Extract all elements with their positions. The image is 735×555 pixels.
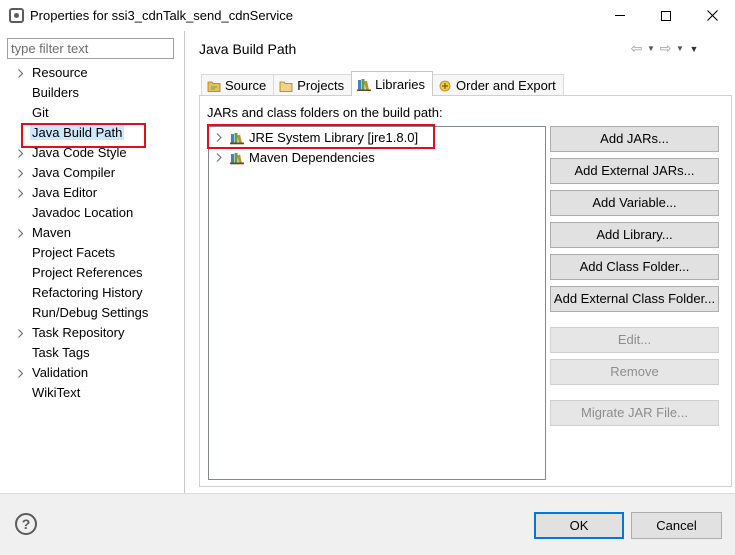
nav-item-run-debug-settings[interactable]: Run/Debug Settings xyxy=(0,303,185,323)
nav-item-label: Refactoring History xyxy=(32,285,143,300)
cancel-button[interactable]: Cancel xyxy=(631,512,722,539)
build-path-heading: JARs and class folders on the build path… xyxy=(207,105,443,120)
add-external-jars-button[interactable]: Add External JARs... xyxy=(550,158,719,184)
nav-item-label: Validation xyxy=(32,365,89,380)
nav-item-javadoc-location[interactable]: Javadoc Location xyxy=(0,203,185,223)
libraries-icon xyxy=(357,77,372,91)
add-jars-button[interactable]: Add JARs... xyxy=(550,126,719,152)
nav-item-resource[interactable]: Resource xyxy=(0,63,185,83)
library-icon xyxy=(229,131,245,145)
nav-item-label: Resource xyxy=(32,65,88,80)
tab-libraries[interactable]: Libraries xyxy=(351,71,434,96)
tab-source[interactable]: Source xyxy=(201,74,275,96)
nav-item-validation[interactable]: Validation xyxy=(0,363,185,383)
nav-item-label: WikiText xyxy=(32,385,81,400)
nav-item-label: Javadoc Location xyxy=(32,205,134,220)
add-external-class-folder-button[interactable]: Add External Class Folder... xyxy=(550,286,719,312)
nav-item-refactoring-history[interactable]: Refactoring History xyxy=(0,283,185,303)
expand-arrow-icon[interactable] xyxy=(15,163,25,183)
nav-item-task-repository[interactable]: Task Repository xyxy=(0,323,185,343)
ok-button[interactable]: OK xyxy=(534,512,624,539)
back-dropdown-icon[interactable]: ▼ xyxy=(646,44,656,53)
source-folder-icon xyxy=(207,79,221,93)
nav-item-task-tags[interactable]: Task Tags xyxy=(0,343,185,363)
library-entry-jre[interactable]: JRE System Library [jre1.8.0] xyxy=(209,128,418,147)
library-entry-maven[interactable]: Maven Dependencies xyxy=(209,148,375,167)
tab-projects[interactable]: Projects xyxy=(273,74,353,96)
property-pages-tree: Resource Builders Git Java Build Path Java C… xyxy=(0,63,185,403)
back-arrow-icon[interactable]: ⇦ xyxy=(629,40,644,57)
add-class-folder-button[interactable]: Add Class Folder... xyxy=(550,254,719,280)
tab-libraries-label: Libraries xyxy=(375,76,426,92)
forward-dropdown-icon[interactable]: ▼ xyxy=(675,44,685,53)
tab-projects-label: Projects xyxy=(297,78,345,93)
order-export-icon xyxy=(438,79,452,93)
minimize-button[interactable] xyxy=(597,0,643,31)
window-title: Properties for ssi3_cdnTalk_send_cdnServ… xyxy=(30,8,294,23)
nav-item-label: Run/Debug Settings xyxy=(32,305,149,320)
expand-arrow-icon[interactable] xyxy=(15,323,25,343)
projects-folder-icon xyxy=(279,79,293,93)
library-tree[interactable]: JRE System Library [jre1.8.0] Maven Depe… xyxy=(208,126,546,480)
title-bar: Properties for ssi3_cdnTalk_send_cdnServ… xyxy=(0,0,735,31)
nav-item-label: Java Compiler xyxy=(32,165,116,180)
nav-item-builders[interactable]: Builders xyxy=(0,83,185,103)
nav-item-label: Task Repository xyxy=(32,325,125,340)
expand-arrow-icon[interactable] xyxy=(209,148,229,167)
nav-item-label: Git xyxy=(32,105,49,120)
edit-button[interactable]: Edit... xyxy=(550,327,719,353)
libraries-tab-panel: JARs and class folders on the build path… xyxy=(199,95,732,487)
nav-item-label: Maven xyxy=(32,225,72,240)
tab-order-export[interactable]: Order and Export xyxy=(432,74,564,96)
expand-arrow-icon[interactable] xyxy=(15,63,25,83)
nav-item-label: Java Editor xyxy=(32,185,98,200)
expand-arrow-icon[interactable] xyxy=(15,183,25,203)
nav-item-label: Task Tags xyxy=(32,345,90,360)
nav-item-maven[interactable]: Maven xyxy=(0,223,185,243)
property-pages-pane: Resource Builders Git Java Build Path Java C… xyxy=(0,31,185,493)
maximize-button[interactable] xyxy=(643,0,689,31)
nav-item-java-compiler[interactable]: Java Compiler xyxy=(0,163,185,183)
library-icon xyxy=(229,151,245,165)
remove-button[interactable]: Remove xyxy=(550,359,719,385)
nav-item-project-facets[interactable]: Project Facets xyxy=(0,243,185,263)
nav-item-label: Project References xyxy=(32,265,143,280)
help-icon[interactable]: ? xyxy=(15,513,37,535)
app-icon xyxy=(9,8,24,23)
nav-item-label: Java Build Path xyxy=(30,125,125,140)
expand-arrow-icon[interactable] xyxy=(209,128,229,147)
nav-item-git[interactable]: Git xyxy=(0,103,185,123)
nav-item-label: Java Code Style xyxy=(32,145,127,160)
tab-source-label: Source xyxy=(225,78,267,93)
nav-item-java-editor[interactable]: Java Editor xyxy=(0,183,185,203)
migrate-jar-file-button[interactable]: Migrate JAR File... xyxy=(550,400,719,426)
tab-order-export-label: Order and Export xyxy=(456,78,556,93)
close-icon xyxy=(706,10,718,21)
nav-item-wikitext[interactable]: WikiText xyxy=(0,383,185,403)
add-library-button[interactable]: Add Library... xyxy=(550,222,719,248)
add-variable-button[interactable]: Add Variable... xyxy=(550,190,719,216)
nav-item-project-references[interactable]: Project References xyxy=(0,263,185,283)
nav-item-java-build-path[interactable]: Java Build Path xyxy=(0,123,185,143)
filter-input[interactable] xyxy=(7,38,174,59)
page-history-nav: ⇦ ▼ ⇨ ▼ ▼ xyxy=(629,40,701,57)
nav-item-label: Project Facets xyxy=(32,245,116,260)
forward-arrow-icon[interactable]: ⇨ xyxy=(658,40,673,57)
page-title: Java Build Path xyxy=(199,41,297,57)
expand-arrow-icon[interactable] xyxy=(15,363,25,383)
library-entry-label: Maven Dependencies xyxy=(249,150,375,165)
maximize-icon xyxy=(661,10,671,21)
expand-arrow-icon[interactable] xyxy=(15,223,25,243)
expand-arrow-icon[interactable] xyxy=(15,143,25,163)
minimize-icon xyxy=(615,15,625,16)
tab-strip: Source Projects Libraries Order and Expo… xyxy=(201,71,564,96)
view-menu-icon[interactable]: ▼ xyxy=(687,44,701,54)
close-button[interactable] xyxy=(689,0,735,31)
library-entry-label: JRE System Library [jre1.8.0] xyxy=(249,130,419,145)
nav-item-label: Builders xyxy=(32,85,79,100)
nav-item-java-code-style[interactable]: Java Code Style xyxy=(0,143,185,163)
dialog-footer: ? OK Cancel xyxy=(0,493,735,555)
property-page-content: Java Build Path ⇦ ▼ ⇨ ▼ ▼ Source Project… xyxy=(186,31,735,493)
